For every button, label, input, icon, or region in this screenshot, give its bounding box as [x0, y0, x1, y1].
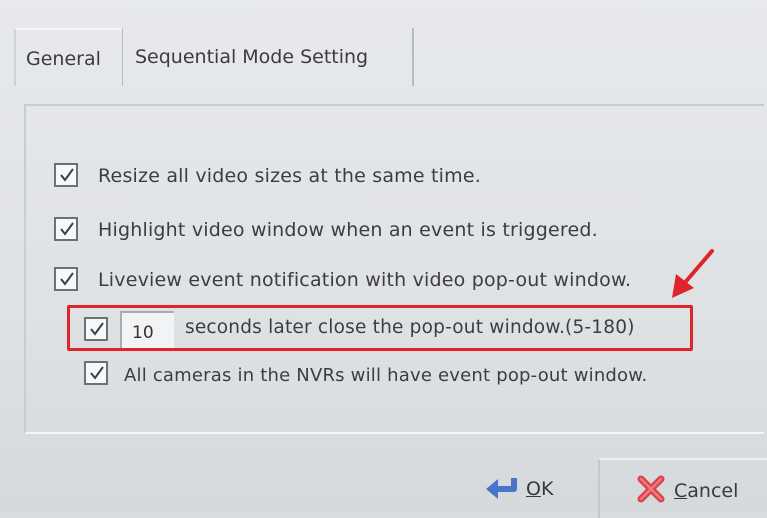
annotation-arrow-icon [672, 249, 714, 298]
checkmark-icon [60, 168, 74, 182]
enter-arrow-icon [486, 478, 517, 499]
annotation-highlight-box [67, 305, 693, 351]
cancel-label-rest: ancel [687, 480, 739, 502]
all-cameras-popout-checkbox[interactable] [84, 361, 108, 385]
highlight-window-checkbox[interactable] [54, 217, 78, 241]
resize-videos-label: Resize all video sizes at the same time. [98, 165, 481, 187]
liveview-popout-checkbox[interactable] [54, 267, 78, 291]
ok-mnemonic: O [526, 478, 541, 500]
checkmark-icon [90, 366, 104, 380]
cancel-button[interactable]: Cancel [598, 458, 767, 518]
tab-general-label: General [26, 48, 101, 70]
tab-sequential-mode-label: Sequential Mode Setting [135, 46, 369, 68]
cancel-mnemonic: C [674, 480, 688, 502]
nvr-settings-dialog: General Sequential Mode Setting Resize a… [0, 0, 767, 518]
liveview-popout-label: Liveview event notification with video p… [98, 269, 632, 291]
checkmark-icon [60, 272, 74, 286]
ok-label-rest: K [540, 478, 554, 500]
tab-sequential-mode-setting[interactable]: Sequential Mode Setting [122, 28, 414, 86]
ok-button[interactable]: OK [470, 458, 596, 518]
resize-videos-checkbox[interactable] [54, 163, 78, 187]
all-cameras-popout-label: All cameras in the NVRs will have event … [124, 365, 648, 386]
tab-general[interactable]: General [14, 28, 122, 86]
highlight-window-label: Highlight video window when an event is … [98, 219, 598, 241]
cancel-x-icon [637, 475, 665, 503]
checkmark-icon [60, 222, 74, 236]
